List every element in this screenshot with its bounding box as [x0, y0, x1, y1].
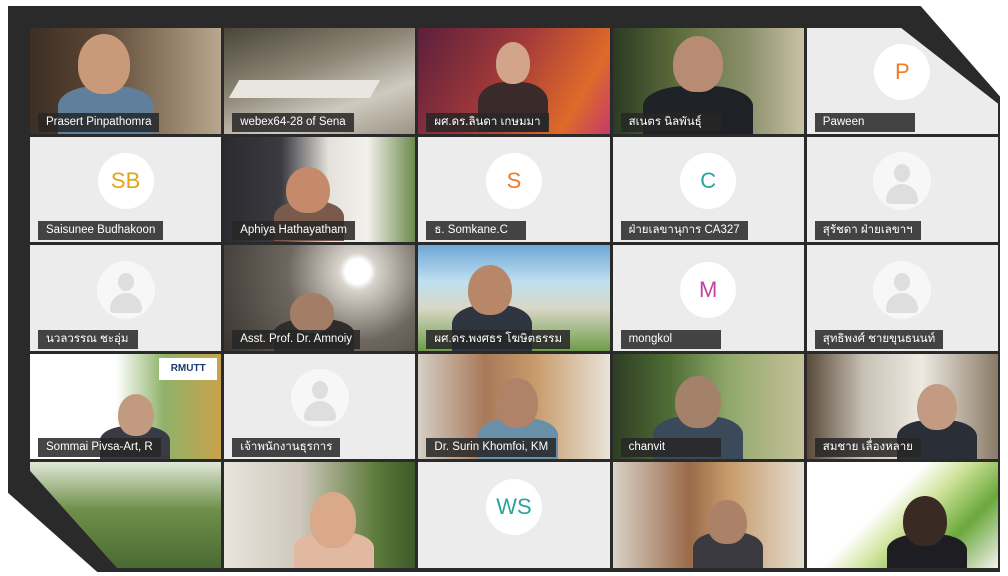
participant-tile[interactable]: chanvit [612, 353, 804, 460]
participant-tile[interactable]: สุทธิพงศ์ ชายขุนธนนท์ [806, 245, 998, 351]
participant-name: webex64-28 of Sena [232, 112, 354, 132]
participant-name: mongkol [620, 329, 721, 349]
participant-name: สุรัชดา ฝ่ายเลขาฯ [814, 221, 921, 241]
participant-tile[interactable]: Asst. Prof. Dr. Amnoiy [224, 245, 416, 351]
person-silhouette [496, 42, 531, 84]
participant-name: ผศ.ดร.พงศธร โฆษิตธรรม [426, 329, 571, 349]
avatar-shoulders [303, 401, 336, 422]
conference-table [228, 80, 381, 98]
person-silhouette [496, 377, 539, 428]
participant-avatar: M [680, 261, 737, 318]
participant-tile[interactable]: SB Saisunee Budhakoon [30, 136, 222, 243]
participant-tile[interactable]: Prasert Pinpathomra [30, 28, 222, 134]
participant-tile[interactable]: เจ้าพนักงานธุรการ [224, 353, 416, 460]
participant-name: Aphiya Hathayatham [232, 221, 355, 241]
participant-name: เจ้าพนักงานธุรการ [232, 438, 341, 458]
person-silhouette [78, 34, 130, 94]
participant-tile[interactable] [224, 462, 416, 568]
person-silhouette [902, 496, 947, 547]
participant-avatar: WS [485, 478, 542, 535]
participant-tile[interactable]: ผศ.ดร.พงศธร โฆษิตธรรม [418, 245, 610, 351]
avatar-head [894, 163, 911, 182]
participant-name: สมชาย เลื่องหลาย [814, 438, 921, 458]
participant-name: ธ. Somkane.C [426, 221, 527, 241]
person-silhouette [286, 166, 331, 213]
participant-tile[interactable]: สุรัชดา ฝ่ายเลขาฯ [806, 136, 998, 243]
participant-avatar: C [680, 152, 737, 209]
person-silhouette [118, 393, 154, 436]
person-silhouette [468, 265, 513, 316]
participant-tile[interactable]: webex64-28 of Sena [224, 28, 416, 134]
participant-grid: Prasert Pinpathomra webex64-28 of Sena ผ… [30, 28, 998, 568]
participant-tile[interactable]: Dr. Surin Khomfoi, KM [418, 353, 610, 460]
avatar-head [894, 272, 911, 291]
person-silhouette [706, 500, 747, 545]
participant-name: Sommai Pivsa-Art, R [38, 438, 161, 458]
person-silhouette [916, 383, 957, 430]
default-avatar-icon [290, 369, 349, 428]
participant-name: นวลวรรณ ชะอุ่ม [38, 329, 138, 349]
participant-name: Saisunee Budhakoon [38, 221, 164, 241]
participant-name: Prasert Pinpathomra [38, 112, 160, 132]
participant-tile[interactable]: สมชาย เลื่องหลาย [806, 353, 998, 460]
participant-tile[interactable]: WS [418, 462, 610, 568]
default-avatar-icon [96, 260, 155, 319]
participant-name: Asst. Prof. Dr. Amnoiy [232, 329, 361, 349]
participant-name: Paween [814, 112, 915, 132]
participant-name: สุทธิพงศ์ ชายขุนธนนท์ [814, 329, 944, 349]
person-silhouette [674, 375, 721, 428]
participant-avatar: P [874, 44, 931, 101]
person-silhouette [290, 293, 335, 334]
participant-name: Dr. Surin Khomfoi, KM [426, 438, 557, 458]
participant-tile[interactable]: M mongkol [612, 245, 804, 351]
participant-tile[interactable]: ผศ.ดร.ลินดา เกษมมา [418, 28, 610, 134]
participant-name: ผศ.ดร.ลินดา เกษมมา [426, 112, 549, 132]
participant-tile[interactable]: S ธ. Somkane.C [418, 136, 610, 243]
participant-tile[interactable]: Aphiya Hathayatham [224, 136, 416, 243]
avatar-shoulders [886, 292, 919, 313]
person-silhouette [672, 36, 723, 92]
participant-avatar: SB [97, 152, 154, 209]
participant-tile[interactable]: C ฝ่ายเลขานุการ CA327 [612, 136, 804, 243]
avatar-head [117, 272, 134, 291]
participant-avatar: S [485, 152, 542, 209]
screenshot-stage: Prasert Pinpathomra webex64-28 of Sena ผ… [0, 0, 1008, 576]
person-silhouette [310, 492, 357, 549]
participant-name: chanvit [620, 438, 721, 458]
default-avatar-icon [873, 151, 932, 210]
avatar-head [311, 381, 328, 400]
avatar-shoulders [886, 183, 919, 204]
participant-tile[interactable] [612, 462, 804, 568]
participant-name: สเนตร นิลพันธุ์ [620, 112, 721, 132]
default-avatar-icon [873, 260, 932, 319]
avatar-shoulders [109, 292, 142, 313]
organization-logo: RMUTT [159, 357, 218, 380]
participant-tile[interactable]: นวลวรรณ ชะอุ่ม [30, 245, 222, 351]
participant-tile[interactable] [806, 462, 998, 568]
participant-name: ฝ่ายเลขานุการ CA327 [620, 221, 748, 241]
participant-tile[interactable]: RMUTT Sommai Pivsa-Art, R [30, 353, 222, 460]
participant-tile[interactable]: สเนตร นิลพันธุ์ [612, 28, 804, 134]
